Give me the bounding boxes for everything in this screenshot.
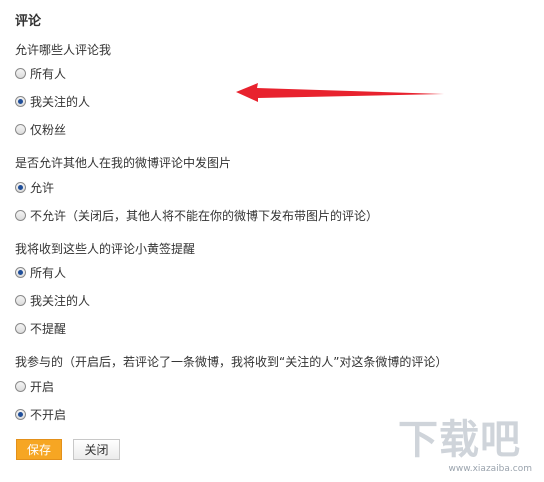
watermark-logo: 下载吧 www.xiazaiba.com	[398, 418, 538, 476]
annotation-arrow-icon	[236, 83, 444, 102]
watermark-logo-text: 下载吧	[398, 417, 521, 463]
watermark-url: www.xiazaiba.com	[448, 464, 532, 474]
